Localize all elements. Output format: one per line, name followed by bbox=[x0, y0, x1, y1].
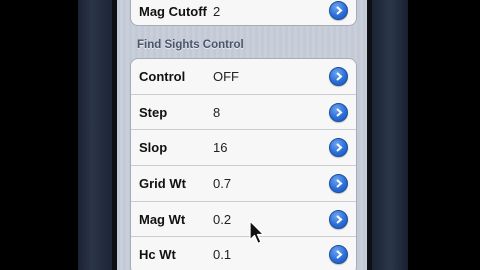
setting-label: Control bbox=[139, 68, 186, 84]
setting-label: Grid Wt bbox=[139, 175, 186, 191]
section-header: Find Sights Control bbox=[137, 39, 244, 51]
setting-value: 2 bbox=[213, 4, 221, 19]
setting-row-grid-wt[interactable]: Grid Wt 0.7 bbox=[131, 166, 356, 202]
chevron-right-circle-icon[interactable] bbox=[329, 245, 348, 265]
setting-value: 8 bbox=[213, 104, 221, 120]
setting-value: 0.2 bbox=[213, 211, 232, 227]
setting-label: Hc Wt bbox=[139, 247, 176, 263]
setting-label: Mag Wt bbox=[139, 211, 186, 227]
chevron-right-circle-icon[interactable] bbox=[329, 209, 348, 229]
setting-value: 0.1 bbox=[213, 247, 232, 263]
mouse-pointer-icon bbox=[249, 220, 265, 245]
setting-row-step[interactable]: Step 8 bbox=[131, 95, 356, 131]
setting-value: OFF bbox=[213, 68, 239, 84]
setting-row-slop[interactable]: Slop 16 bbox=[131, 130, 356, 167]
chevron-right-circle-icon[interactable] bbox=[329, 173, 348, 193]
setting-value: 16 bbox=[213, 140, 228, 156]
setting-label: Step bbox=[139, 104, 168, 120]
find-sights-control-group: Control OFF Step 8 Slop 16 Grid Wt 0.7 M… bbox=[130, 58, 357, 270]
device-bezel-right bbox=[372, 0, 408, 270]
setting-row-hc-wt[interactable]: Hc Wt 0.1 bbox=[131, 237, 356, 270]
setting-label: Slop bbox=[139, 140, 168, 156]
chevron-right-circle-icon[interactable] bbox=[329, 66, 348, 86]
previous-group: Mag Cutoff 2 bbox=[130, 0, 357, 26]
setting-value: 0.7 bbox=[213, 175, 232, 191]
setting-label: Mag Cutoff bbox=[139, 4, 207, 19]
chevron-right-circle-icon[interactable] bbox=[329, 102, 348, 122]
setting-row-mag-wt[interactable]: Mag Wt 0.2 bbox=[131, 202, 356, 238]
device-bezel-left bbox=[78, 0, 112, 270]
chevron-right-circle-icon[interactable] bbox=[329, 138, 348, 158]
chevron-right-circle-icon[interactable] bbox=[329, 1, 348, 20]
settings-screen: Mag Cutoff 2 Find Sights Control Control… bbox=[117, 0, 367, 270]
setting-row-mag-cutoff[interactable]: Mag Cutoff 2 bbox=[131, 0, 356, 25]
setting-row-control[interactable]: Control OFF bbox=[131, 59, 356, 95]
